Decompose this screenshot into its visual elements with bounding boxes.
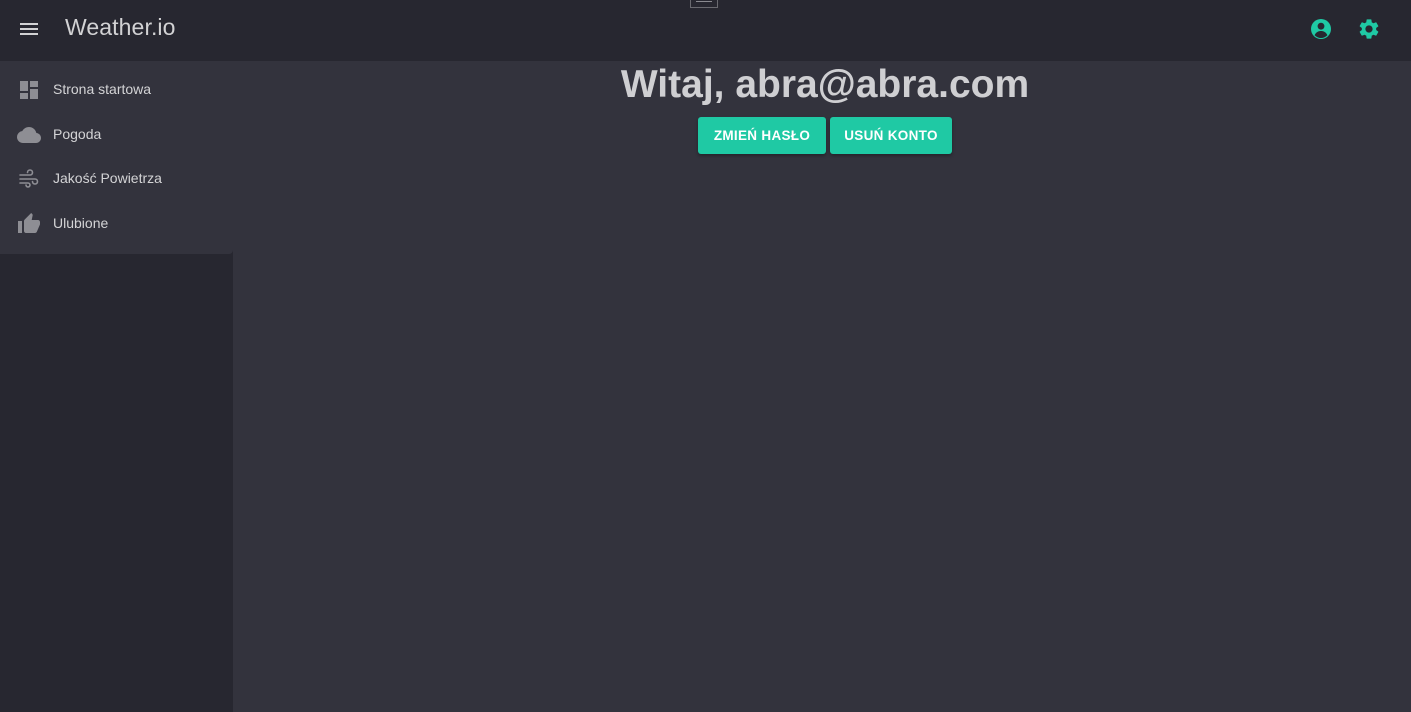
sidebar-item-favorites[interactable]: Ulubione [0, 202, 233, 246]
wind-icon [17, 167, 41, 191]
sidebar-item-label: Jakość Powietrza [53, 170, 162, 186]
change-password-button[interactable]: ZMIEŃ HASŁO [698, 117, 826, 154]
sidebar-item-label: Ulubione [53, 215, 109, 231]
nav-list: Strona startowa Pogoda Jakość Powietrza … [0, 61, 233, 254]
thumb-up-icon [17, 212, 41, 236]
drag-handle-icon[interactable] [690, 0, 718, 8]
gear-icon[interactable] [1357, 17, 1381, 41]
sidebar-item-label: Strona startowa [53, 81, 152, 97]
greeting-heading: Witaj, abra@abra.com [620, 63, 1030, 106]
account-circle-icon[interactable] [1309, 17, 1333, 41]
top-app-bar: Weather.io [0, 0, 1411, 61]
sidebar-item-home[interactable]: Strona startowa [0, 68, 233, 112]
sidebar-item-air-quality[interactable]: Jakość Powietrza [0, 157, 233, 201]
sidebar: Strona startowa Pogoda Jakość Powietrza … [0, 61, 233, 712]
hamburger-menu-icon[interactable] [17, 17, 41, 41]
app-window: Weather.io Strona startowa Pogoda Jakość… [0, 0, 1411, 712]
dashboard-icon [17, 78, 41, 102]
app-title: Weather.io [65, 14, 176, 40]
cloud-icon [17, 123, 41, 147]
sidebar-item-label: Pogoda [53, 126, 102, 142]
main-content: Witaj, abra@abra.com ZMIEŃ HASŁO USUŃ KO… [233, 61, 1411, 712]
sidebar-item-weather[interactable]: Pogoda [0, 113, 233, 157]
delete-account-button[interactable]: USUŃ KONTO [830, 117, 952, 154]
